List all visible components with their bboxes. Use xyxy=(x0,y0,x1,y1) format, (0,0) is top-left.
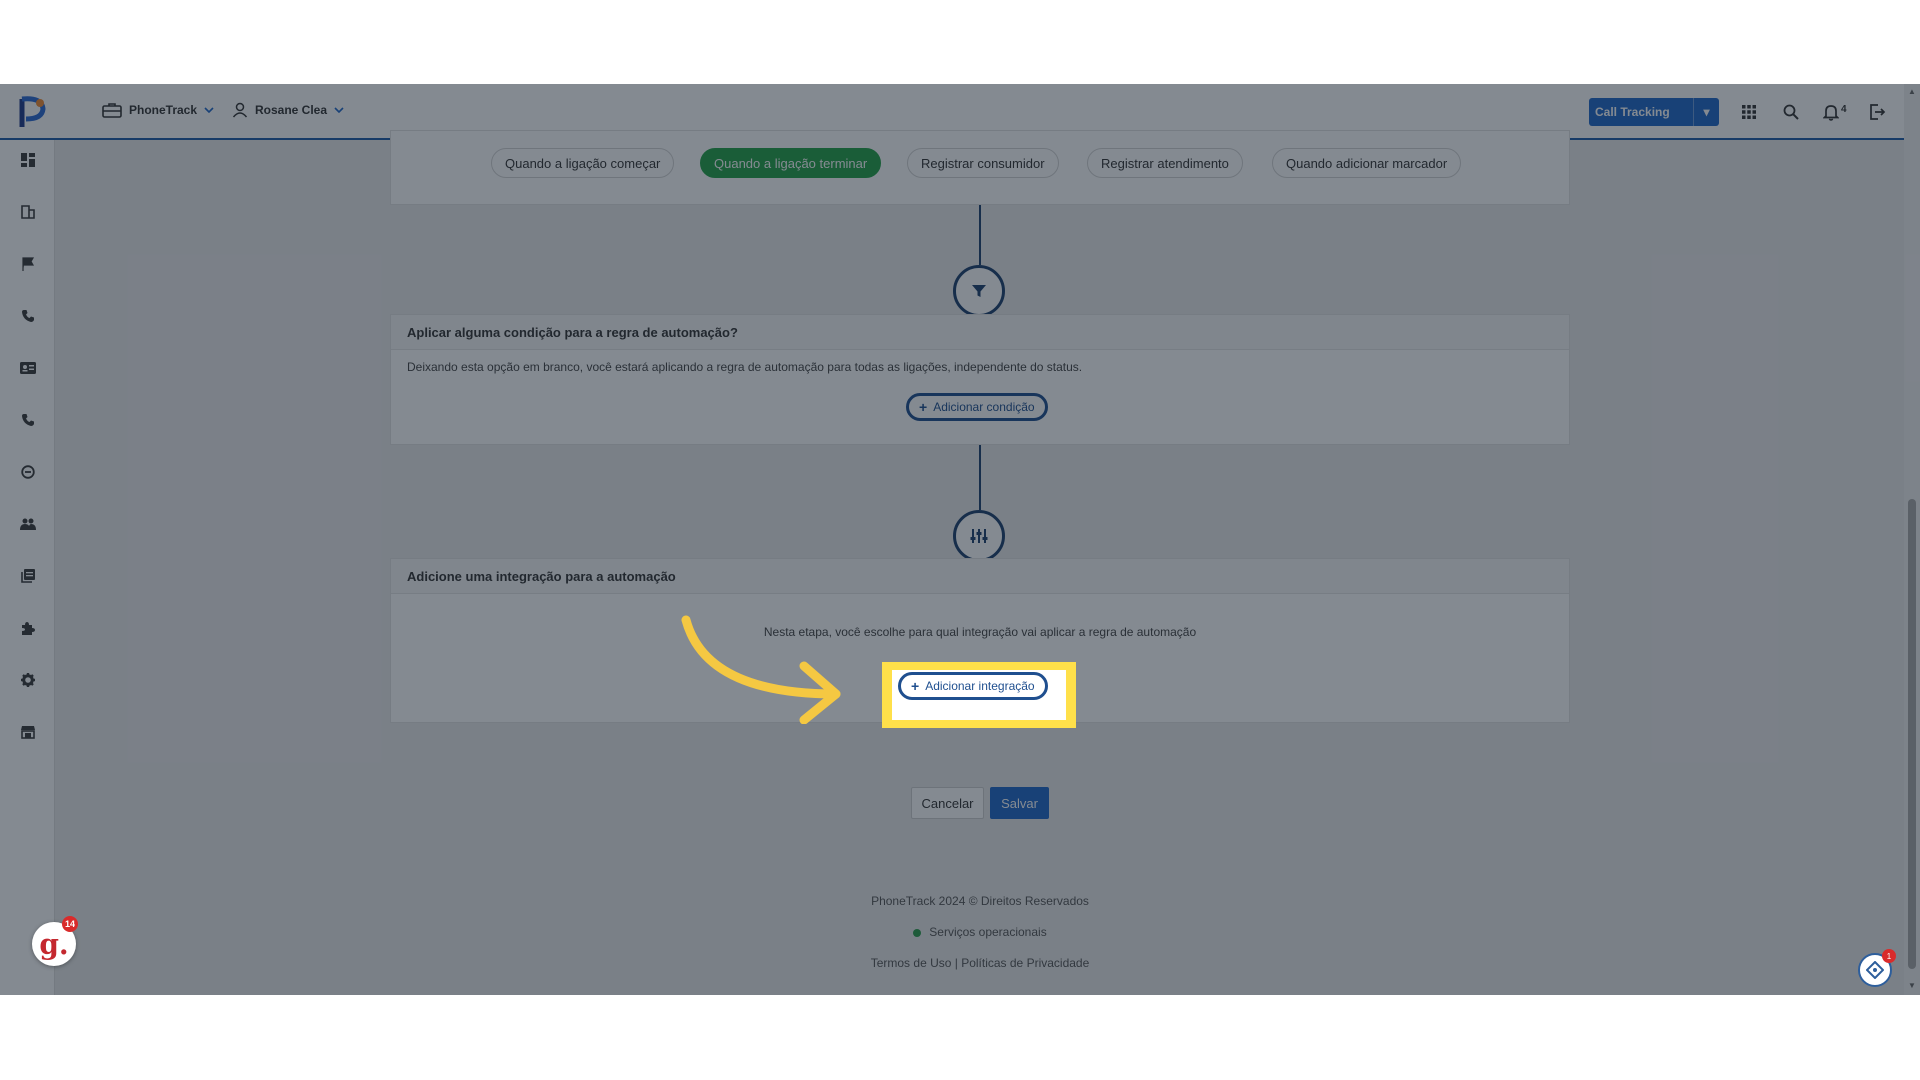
contact-card-icon[interactable] xyxy=(18,358,38,378)
add-condition-button[interactable]: + Adicionar condição xyxy=(906,393,1048,421)
user-menu[interactable]: Rosane Clea xyxy=(232,102,344,118)
tutorial-arrow-icon xyxy=(681,615,841,724)
tutorial-highlight: + Adicionar integração xyxy=(882,662,1076,728)
flow-connector xyxy=(979,205,981,265)
condition-card: Aplicar alguma condição para a regra de … xyxy=(390,314,1570,445)
cancel-button[interactable]: Cancelar xyxy=(911,787,984,819)
gear-icon[interactable] xyxy=(18,670,38,690)
briefcase-icon xyxy=(102,103,122,118)
dashboard-icon[interactable] xyxy=(18,150,38,170)
status-dot-icon xyxy=(913,928,922,937)
puzzle-icon[interactable] xyxy=(18,618,38,638)
app-viewport: PhoneTrack Rosane Clea Call Tracking ▾ 4 xyxy=(0,84,1920,995)
flag-icon[interactable] xyxy=(18,254,38,274)
store-icon[interactable] xyxy=(18,722,38,742)
plus-icon: + xyxy=(919,399,928,415)
product-switcher-button[interactable]: Call Tracking ▾ xyxy=(1589,98,1719,126)
condition-card-description: Deixando esta opção em branco, você esta… xyxy=(407,360,1083,374)
trigger-tab[interactable]: Registrar atendimento xyxy=(1087,148,1243,178)
scroll-down-arrow-icon[interactable]: ▼ xyxy=(1908,982,1916,990)
chat-icon xyxy=(1866,961,1884,979)
add-integration-label: Adicionar integração xyxy=(925,679,1035,693)
logout-icon[interactable] xyxy=(1865,100,1889,124)
user-menu-label: Rosane Clea xyxy=(255,103,328,117)
user-icon xyxy=(232,102,248,118)
copyright-text: PhoneTrack 2024 © Direitos Reservados xyxy=(871,894,1089,908)
flow-connector xyxy=(979,445,981,510)
integration-card-title: Adicione uma integração para a automação xyxy=(391,559,1569,594)
search-icon[interactable] xyxy=(1779,100,1803,124)
trigger-tab-active[interactable]: Quando a ligação terminar xyxy=(700,148,882,178)
account-menu[interactable]: PhoneTrack xyxy=(102,102,214,118)
save-button[interactable]: Salvar xyxy=(990,787,1049,819)
vertical-scrollbar[interactable]: ▲ ▼ xyxy=(1904,84,1920,995)
block-icon[interactable] xyxy=(18,462,38,482)
chat-widget[interactable]: 1 xyxy=(1858,949,1896,987)
assistant-logo: g. xyxy=(39,927,69,961)
chevron-down-icon xyxy=(204,107,214,113)
phone-icon[interactable] xyxy=(18,306,38,326)
trigger-tab[interactable]: Quando a ligação começar xyxy=(491,148,675,178)
apps-grid-icon[interactable] xyxy=(1737,100,1761,124)
add-integration-button[interactable]: + Adicionar integração xyxy=(898,672,1048,700)
trigger-tab[interactable]: Registrar consumidor xyxy=(907,148,1059,178)
sidebar xyxy=(0,140,55,995)
chevron-down-icon xyxy=(334,107,344,113)
trigger-tab[interactable]: Quando adicionar marcador xyxy=(1272,148,1462,178)
integration-card-description: Nesta etapa, você escolhe para qual inte… xyxy=(763,625,1197,639)
users-icon[interactable] xyxy=(18,514,38,534)
bell-icon[interactable] xyxy=(1819,100,1843,124)
account-menu-label: PhoneTrack xyxy=(129,103,198,117)
scroll-up-arrow-icon[interactable]: ▲ xyxy=(1908,88,1916,96)
phone-icon[interactable] xyxy=(18,410,38,430)
phonetrack-logo[interactable] xyxy=(16,95,50,129)
assistant-widget[interactable]: g. 14 xyxy=(32,916,79,966)
service-status: Serviços operacionais xyxy=(56,925,1904,939)
condition-card-title: Aplicar alguma condição para a regra de … xyxy=(391,315,1569,350)
assistant-badge: 14 xyxy=(62,916,79,932)
trigger-card: Quando a ligação começar Quando a ligaçã… xyxy=(390,130,1570,205)
reports-icon[interactable] xyxy=(18,566,38,586)
chat-badge: 1 xyxy=(1882,949,1896,963)
add-condition-label: Adicionar condição xyxy=(933,400,1035,414)
building-icon[interactable] xyxy=(18,202,38,222)
legal-links[interactable]: Termos de Uso | Políticas de Privacidade xyxy=(56,956,1904,970)
product-switcher-label: Call Tracking xyxy=(1595,105,1670,119)
scrollbar-thumb[interactable] xyxy=(1908,499,1916,969)
caret-down-icon[interactable]: ▾ xyxy=(1693,98,1719,126)
service-status-label: Serviços operacionais xyxy=(929,925,1047,939)
footer: PhoneTrack 2024 © Direitos Reservados Se… xyxy=(56,875,1904,995)
main-content: Quando a ligação começar Quando a ligaçã… xyxy=(56,130,1904,995)
sliders-step-icon xyxy=(953,510,1005,562)
notification-count: 4 xyxy=(1841,104,1847,115)
filter-step-icon xyxy=(953,265,1005,317)
plus-icon: + xyxy=(911,678,920,694)
